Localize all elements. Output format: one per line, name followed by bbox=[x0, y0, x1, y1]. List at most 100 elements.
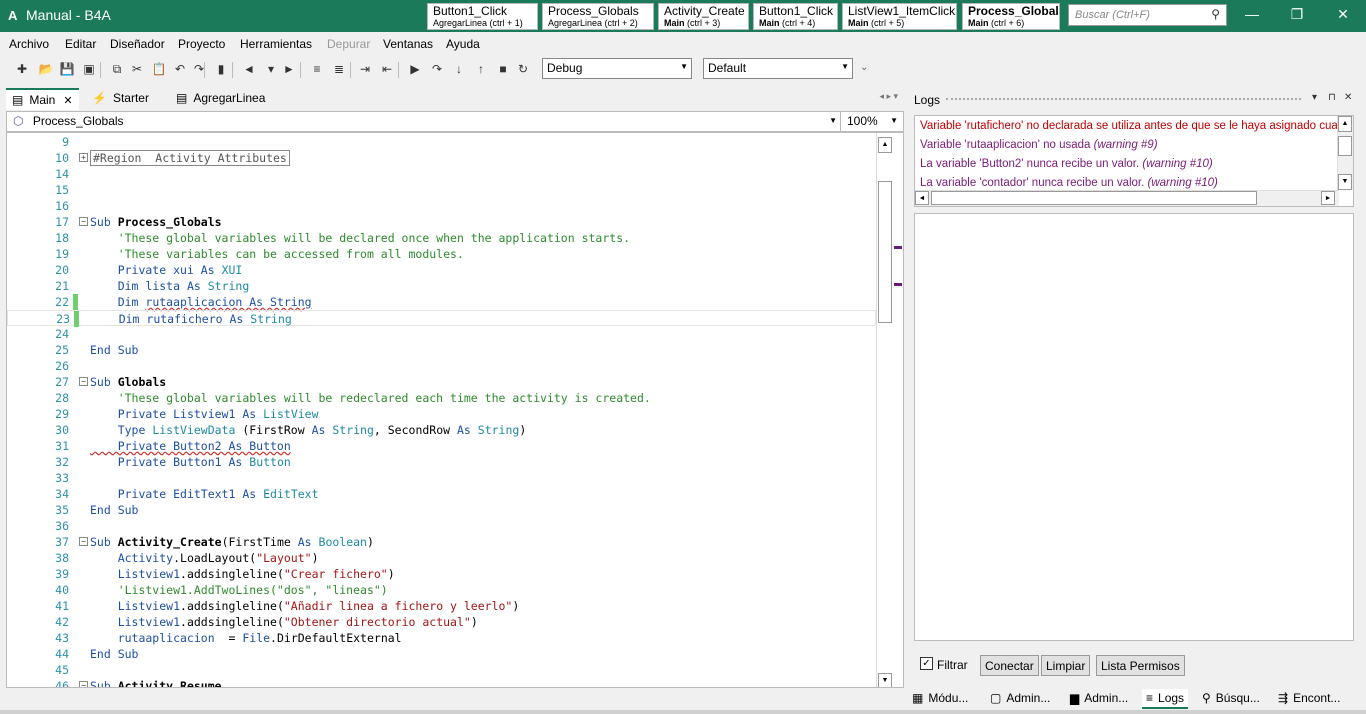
code-line[interactable]: 34 Private EditText1 As EditText bbox=[7, 486, 876, 502]
save-icon[interactable]: 💾 bbox=[58, 60, 76, 78]
save-all-icon[interactable]: ▣ bbox=[80, 60, 98, 78]
warning-marker[interactable] bbox=[894, 246, 902, 249]
tab-agregarlinea[interactable]: ▤ AgregarLinea bbox=[170, 88, 271, 110]
code-line[interactable]: 35 End Sub bbox=[7, 502, 876, 518]
indent-icon[interactable]: ⇥ bbox=[356, 60, 374, 78]
code-editor[interactable]: 9 10 + #Region Activity Attributes 14 15 16 17 −… bbox=[6, 132, 904, 688]
log-entry[interactable]: Variable 'rutafichero' no declarada se u… bbox=[920, 120, 1353, 138]
menu-depurar[interactable]: Depurar bbox=[327, 37, 370, 51]
warning-marker[interactable] bbox=[894, 283, 902, 286]
code-line[interactable]: 22 Dim rutaaplicacion As String bbox=[7, 294, 876, 310]
paste-icon[interactable]: 📋 bbox=[150, 60, 168, 78]
outdent-icon[interactable]: ⇤ bbox=[378, 60, 396, 78]
close-button[interactable]: ✕ bbox=[1333, 6, 1353, 23]
code-line[interactable]: 20 Private xui As XUI bbox=[7, 262, 876, 278]
menu-archivo[interactable]: Archivo bbox=[9, 37, 49, 51]
zoom-select[interactable]: 100% ▼ bbox=[843, 112, 901, 131]
fold-toggle-icon[interactable]: − bbox=[79, 537, 88, 546]
code-line[interactable]: 19 'These variables can be accessed from… bbox=[7, 246, 876, 262]
step-over-icon[interactable]: ↷ bbox=[428, 60, 446, 78]
toolbar-overflow-icon[interactable]: ⌄ bbox=[860, 62, 868, 73]
code-line[interactable]: 28 'These global variables will be redec… bbox=[7, 390, 876, 406]
code-line[interactable]: 10 + #Region Activity Attributes bbox=[7, 150, 876, 166]
redo-icon[interactable]: ↷ bbox=[190, 60, 208, 78]
code-line[interactable]: 17 − Sub Process_Globals bbox=[7, 214, 876, 230]
menu-editar[interactable]: Editar bbox=[65, 37, 96, 51]
code-line[interactable]: 24 bbox=[7, 326, 876, 342]
scroll-left-icon[interactable]: ◄ bbox=[915, 191, 929, 205]
code-line[interactable]: 27 − Sub Globals bbox=[7, 374, 876, 390]
close-icon[interactable]: ✕ bbox=[63, 95, 72, 107]
connect-button[interactable]: Conectar bbox=[980, 655, 1039, 676]
bottom-tab-folder[interactable]: ▆ Admin... bbox=[1066, 689, 1132, 709]
scroll-right-icon[interactable]: ► bbox=[1321, 191, 1335, 205]
uncomment-icon[interactable]: ≣ bbox=[330, 60, 348, 78]
bookmark-icon[interactable]: ▮ bbox=[212, 60, 230, 78]
step-into-icon[interactable]: ↓ bbox=[450, 60, 468, 78]
logs-warning-list[interactable]: La variable 'contador' nunca recibe un v… bbox=[914, 115, 1354, 207]
fold-toggle-icon[interactable]: − bbox=[79, 217, 88, 226]
code-line[interactable]: 45 bbox=[7, 662, 876, 678]
scrollbar-thumb[interactable] bbox=[931, 191, 1257, 205]
quick-tab[interactable]: Process_Globals AgregarLinea (ctrl + 2) bbox=[542, 3, 654, 30]
bottom-tab-files[interactable]: ▢ Admin... bbox=[986, 689, 1054, 709]
sub-selector[interactable]: ⬡ Process_Globals ▼ bbox=[7, 112, 841, 131]
quick-tab[interactable]: Process_Globals Main (ctrl + 6) bbox=[962, 3, 1060, 30]
fold-toggle-icon[interactable]: + bbox=[79, 153, 88, 162]
bottom-tab-find[interactable]: ⇶ Encont... bbox=[1274, 689, 1344, 709]
code-line[interactable]: 44 End Sub bbox=[7, 646, 876, 662]
code-line[interactable]: 41 Listview1.addsingleline("Añadir linea… bbox=[7, 598, 876, 614]
code-line[interactable]: 23 Dim rutafichero As String bbox=[7, 310, 876, 327]
copy-icon[interactable]: ⧉ bbox=[108, 60, 126, 78]
menu-herramientas[interactable]: Herramientas bbox=[240, 37, 312, 51]
close-icon[interactable]: ✕ bbox=[1344, 92, 1352, 103]
run-icon[interactable]: ▶ bbox=[406, 60, 424, 78]
quick-tab[interactable]: ListView1_ItemClick Main (ctrl + 5) bbox=[842, 3, 957, 30]
code-line[interactable]: 26 bbox=[7, 358, 876, 374]
code-line[interactable]: 29 Private Listview1 As ListView bbox=[7, 406, 876, 422]
menu-ayuda[interactable]: Ayuda bbox=[446, 37, 480, 51]
stop-icon[interactable]: ■ bbox=[494, 60, 512, 78]
cut-icon[interactable]: ✂ bbox=[128, 60, 146, 78]
code-line[interactable]: 42 Listview1.addsingleline("Obtener dire… bbox=[7, 614, 876, 630]
bottom-tab-logs[interactable]: ≡ Logs bbox=[1142, 689, 1189, 709]
comment-icon[interactable]: ≡ bbox=[308, 60, 326, 78]
code-line[interactable]: 39 Listview1.addsingleline("Crear ficher… bbox=[7, 566, 876, 582]
tab-starter[interactable]: ⚡ Starter bbox=[86, 88, 155, 110]
code-line[interactable]: 32 Private Button1 As Button bbox=[7, 454, 876, 470]
pin-icon[interactable]: ⊓ bbox=[1328, 92, 1336, 103]
permissions-list-button[interactable]: Lista Permisos bbox=[1096, 655, 1185, 676]
scroll-up-icon[interactable]: ▲ bbox=[1338, 116, 1352, 132]
back-icon[interactable]: ◄ bbox=[240, 60, 258, 78]
menu-proyecto[interactable]: Proyecto bbox=[178, 37, 225, 51]
code-line[interactable]: 38 Activity.LoadLayout("Layout") bbox=[7, 550, 876, 566]
scrollbar-thumb[interactable] bbox=[1338, 136, 1352, 156]
code-line[interactable]: 15 bbox=[7, 182, 876, 198]
log-entry[interactable]: Variable 'rutaaplicacion' no usada (warn… bbox=[920, 139, 1158, 157]
code-area[interactable]: 9 10 + #Region Activity Attributes 14 15 16 17 −… bbox=[7, 133, 876, 687]
code-line[interactable]: 37 − Sub Activity_Create(FirstTime As Bool… bbox=[7, 534, 876, 550]
logs-horizontal-scrollbar[interactable]: ◄ ► bbox=[915, 190, 1339, 206]
code-line[interactable]: 30 Type ListViewData (FirstRow As String… bbox=[7, 422, 876, 438]
maximize-button[interactable]: ❐ bbox=[1287, 6, 1307, 23]
code-line[interactable]: 9 bbox=[7, 134, 876, 150]
filter-checkbox[interactable]: ✓ bbox=[920, 657, 933, 670]
scroll-down-icon[interactable]: ▼ bbox=[1338, 174, 1352, 190]
minimize-button[interactable]: — bbox=[1242, 6, 1262, 22]
code-line[interactable]: 16 bbox=[7, 198, 876, 214]
undo-icon[interactable]: ↶ bbox=[171, 60, 189, 78]
fold-toggle-icon[interactable]: − bbox=[79, 681, 88, 687]
tab-navigation-icon[interactable]: ◂ ▸ ▾ bbox=[879, 91, 898, 102]
code-line[interactable]: 40 'Listview1.AddTwoLines("dos", "lineas… bbox=[7, 582, 876, 598]
new-file-icon[interactable]: ✚ bbox=[13, 60, 31, 78]
build-config-select[interactable]: Debug ▼ bbox=[542, 58, 692, 79]
bottom-tab-modules[interactable]: ▦ Módu... bbox=[908, 689, 972, 709]
logs-output[interactable] bbox=[914, 213, 1354, 641]
package-select[interactable]: Default ▼ bbox=[703, 58, 853, 79]
quick-tab[interactable]: Activity_Create Main (ctrl + 3) bbox=[658, 3, 749, 30]
menu-ventanas[interactable]: Ventanas bbox=[383, 37, 433, 51]
bottom-tab-search[interactable]: ⚲ Búsqu... bbox=[1198, 689, 1264, 709]
logs-vertical-scrollbar[interactable]: ▲ ▼ bbox=[1337, 116, 1353, 190]
tab-main[interactable]: ▤ Main ✕ bbox=[6, 88, 79, 110]
code-line[interactable]: 31 Private Button2 As Button bbox=[7, 438, 876, 454]
